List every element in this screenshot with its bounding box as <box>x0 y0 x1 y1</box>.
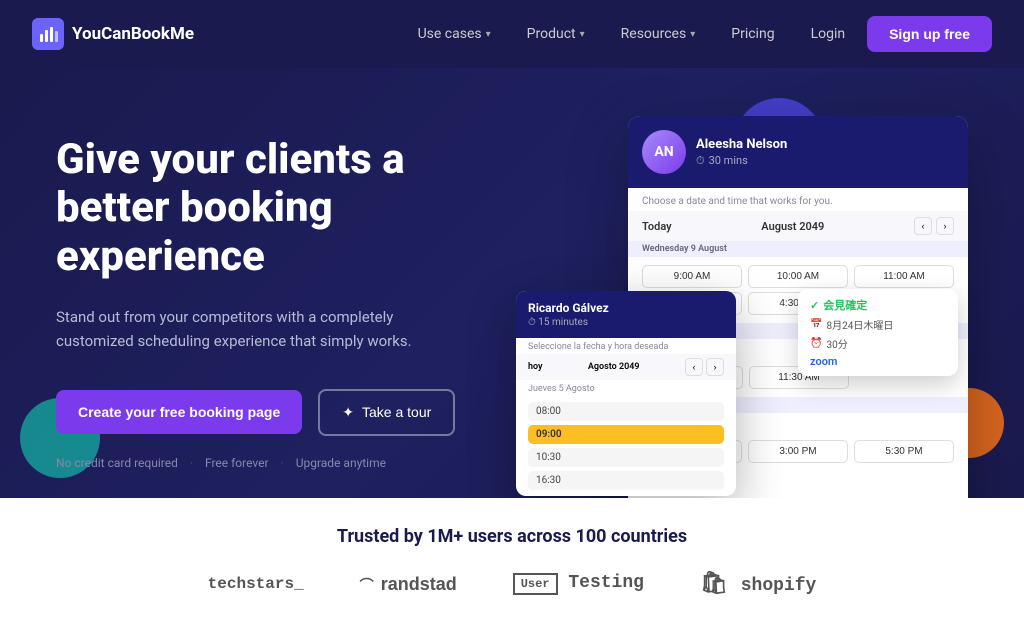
logo-randstad: ⌒ randstad <box>360 574 457 595</box>
time-11am[interactable]: 11:00 AM <box>854 265 954 288</box>
logo[interactable]: YouCanBookMe <box>32 18 194 50</box>
card-subtitle: Choose a date and time that works for yo… <box>628 188 968 211</box>
time-530pm[interactable]: 5:30 PM <box>854 440 954 463</box>
navbar: YouCanBookMe Use cases ▾ Product ▾ Resou… <box>0 0 1024 68</box>
take-tour-button[interactable]: ✦ Take a tour <box>318 389 455 436</box>
create-booking-button[interactable]: Create your free booking page <box>56 390 302 434</box>
notif-duration-row: ⏰ 30分 <box>810 336 946 351</box>
trust-title: Trusted by 1M+ users across 100 countrie… <box>56 526 968 547</box>
time-item-1630[interactable]: 16:30 <box>528 471 724 490</box>
hero-right: AN Aleesha Nelson ⏱ 30 mins Choose a dat… <box>516 116 968 496</box>
check-icon: ✓ <box>810 299 819 312</box>
card-header: AN Aleesha Nelson ⏱ 30 mins <box>628 116 968 188</box>
calendar-prev-button[interactable]: ‹ <box>914 217 932 235</box>
time-item-1030[interactable]: 10:30 <box>528 448 724 467</box>
hero-left: Give your clients a better booking exper… <box>56 116 476 470</box>
chevron-down-icon: ▾ <box>690 29 695 40</box>
nav-use-cases[interactable]: Use cases ▾ <box>404 18 505 50</box>
usertesting-box: User <box>513 573 558 595</box>
time-row-1: 9:00 AM 10:00 AM 11:00 AM <box>642 265 954 288</box>
trust-logos: techstars_ ⌒ randstad User Testing 🛍 sho… <box>56 571 968 597</box>
logo-techstars: techstars_ <box>208 575 304 593</box>
small-cal-month: Agosto 2049 <box>588 362 640 372</box>
card-small-header: Ricardo Gálvez ⏱ 15 minutes <box>516 291 736 338</box>
logo-svg <box>38 24 58 44</box>
calendar-month-year: August 2049 <box>761 220 824 233</box>
time-item-0900[interactable]: 09:00 <box>528 425 724 444</box>
card-small-day: Jueves 5 Agosto <box>516 380 736 396</box>
calendar-next-button[interactable]: › <box>936 217 954 235</box>
booking-name: Aleesha Nelson <box>696 137 787 152</box>
sparkle-icon: ✦ <box>342 404 354 421</box>
notif-status: ✓ 会見確定 <box>810 297 946 313</box>
navbar-links: Use cases ▾ Product ▾ Resources ▾ Pricin… <box>404 16 992 52</box>
card-small-subtitle: Seleccione la fecha y hora deseada <box>516 338 736 354</box>
clock-icon: ⏱ <box>696 154 705 168</box>
hero-buttons: Create your free booking page ✦ Take a t… <box>56 389 476 436</box>
nav-product[interactable]: Product ▾ <box>513 18 599 50</box>
avatar: AN <box>642 130 686 174</box>
upgrade-anytime-text: Upgrade anytime <box>296 456 386 470</box>
logo-icon <box>32 18 64 50</box>
separator-2: · <box>281 456 284 470</box>
no-credit-card-text: No credit card required <box>56 456 178 470</box>
hero-content: Give your clients a better booking exper… <box>56 116 968 496</box>
mini-time-list: 08:00 09:00 10:30 16:30 <box>516 396 736 496</box>
trust-bar: Trusted by 1M+ users across 100 countrie… <box>0 498 1024 624</box>
hero-section: Give your clients a better booking exper… <box>0 68 1024 498</box>
hero-subtitle: Stand out from your competitors with a c… <box>56 305 416 353</box>
booking-card-ricardo: Ricardo Gálvez ⏱ 15 minutes Seleccione l… <box>516 291 736 496</box>
notif-date-row: 📅 8月24日木曜日 <box>810 317 946 332</box>
zoom-label: zoom <box>810 355 946 368</box>
small-cal-label: hoy <box>528 362 543 372</box>
signup-button[interactable]: Sign up free <box>867 16 992 52</box>
card-header-info: Aleesha Nelson ⏱ 30 mins <box>696 137 787 168</box>
calendar-month: Today <box>642 220 672 233</box>
hero-title: Give your clients a better booking exper… <box>56 136 476 281</box>
calendar-nav: ‹ › <box>914 217 954 235</box>
nav-login[interactable]: Login <box>797 18 860 50</box>
clock-icon-small: ⏱ <box>528 317 538 328</box>
booking-small-name: Ricardo Gálvez <box>528 301 724 315</box>
chevron-down-icon: ▾ <box>580 29 585 40</box>
logo-shopify: 🛍 shopify <box>700 571 816 597</box>
logo-usertesting: User Testing <box>513 573 644 595</box>
booking-duration: ⏱ 30 mins <box>696 154 787 168</box>
calendar-header: Today August 2049 ‹ › <box>628 211 968 241</box>
clock-icon-notif: ⏰ <box>810 338 822 349</box>
booking-small-duration: ⏱ 15 minutes <box>528 317 724 328</box>
small-cal-nav: ‹ › <box>685 358 724 376</box>
chevron-down-icon: ▾ <box>486 29 491 40</box>
section-wednesday: Wednesday 9 August <box>628 241 968 257</box>
free-forever-text: Free forever <box>205 456 269 470</box>
calendar-icon-small: 📅 <box>810 319 822 330</box>
time-item-0800[interactable]: 08:00 <box>528 402 724 421</box>
logo-text: YouCanBookMe <box>72 24 194 44</box>
notification-bubble: ✓ 会見確定 📅 8月24日木曜日 ⏰ 30分 zoom <box>798 289 958 376</box>
nav-resources[interactable]: Resources ▾ <box>607 18 710 50</box>
card-small-cal-header: hoy Agosto 2049 ‹ › <box>516 354 736 380</box>
small-cal-next[interactable]: › <box>706 358 724 376</box>
nav-pricing[interactable]: Pricing <box>717 18 788 50</box>
time-3pm[interactable]: 3:00 PM <box>748 440 848 463</box>
shopify-icon: 🛍 <box>700 572 728 597</box>
separator-1: · <box>190 456 193 470</box>
hero-footer: No credit card required · Free forever ·… <box>56 456 476 470</box>
time-9am[interactable]: 9:00 AM <box>642 265 742 288</box>
small-cal-prev[interactable]: ‹ <box>685 358 703 376</box>
time-10am[interactable]: 10:00 AM <box>748 265 848 288</box>
